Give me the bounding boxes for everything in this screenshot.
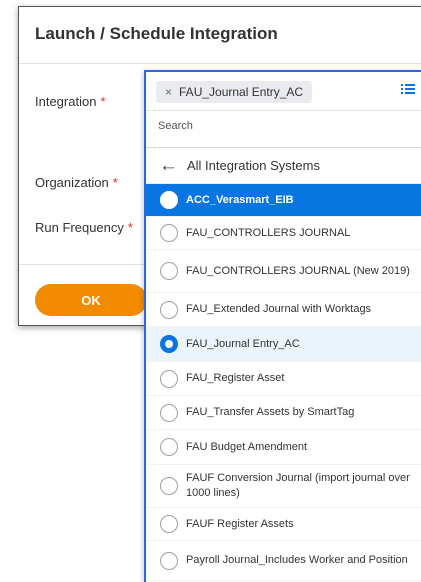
option-label: FAU_Extended Journal with Worktags	[186, 303, 372, 315]
run-frequency-label: Run Frequency	[35, 220, 124, 235]
ok-button[interactable]: OK	[35, 284, 147, 316]
radio-icon	[160, 262, 178, 280]
option-fau-register-asset[interactable]: FAU_Register Asset	[146, 362, 421, 396]
search-row	[146, 111, 421, 148]
organization-field-label: Organization *	[35, 175, 118, 190]
radio-icon	[160, 438, 178, 456]
option-label: FAUF Register Assets	[186, 517, 294, 530]
option-fau-controllers-journal[interactable]: FAU_CONTROLLERS JOURNAL	[146, 217, 421, 250]
selected-chip-row: × FAU_Journal Entry_AC	[146, 72, 421, 111]
option-label: FAU_CONTROLLERS JOURNAL	[186, 226, 351, 239]
radio-icon	[160, 515, 178, 533]
option-acc-verasmart-eib[interactable]: ACC_Verasmart_EIB	[146, 184, 421, 217]
radio-icon	[160, 403, 178, 422]
search-input[interactable]	[158, 120, 408, 132]
organization-label: Organization	[35, 175, 109, 190]
integration-label: Integration	[35, 94, 97, 109]
radio-icon	[160, 191, 178, 209]
run-frequency-field-label: Run Frequency *	[35, 220, 133, 235]
list-icon[interactable]	[401, 82, 415, 96]
option-label: FAU Budget Amendment	[186, 440, 308, 453]
dialog-title: Launch / Schedule Integration	[35, 24, 278, 43]
arrow-left-icon: ←	[159, 155, 178, 176]
option-label: FAU_CONTROLLERS JOURNAL (New 2019)	[186, 264, 410, 277]
back-to-all-systems[interactable]: ← All Integration Systems	[146, 148, 421, 184]
radio-icon	[160, 551, 178, 570]
option-label: Payroll Journal_Includes Worker and Posi…	[186, 554, 408, 566]
option-label: FAUF Conversion Journal (import journal …	[186, 472, 410, 499]
required-marker: *	[112, 175, 118, 190]
option-label: FAU_Journal Entry_AC	[186, 337, 300, 350]
radio-icon	[160, 335, 178, 353]
integration-field-label: Integration *	[35, 94, 106, 109]
option-fau-controllers-journal-new-2019[interactable]: FAU_CONTROLLERS JOURNAL (New 2019)	[146, 250, 421, 293]
selected-integration-chip[interactable]: × FAU_Journal Entry_AC	[156, 81, 313, 103]
option-fauf-register-assets[interactable]: FAUF Register Assets	[146, 508, 421, 541]
required-marker: *	[100, 94, 106, 109]
option-fauf-conversion-journal[interactable]: FAUF Conversion Journal (import journal …	[146, 465, 421, 508]
options-list: ACC_Verasmart_EIB FAU_CONTROLLERS JOURNA…	[146, 184, 421, 581]
option-fau-journal-entry-ac[interactable]: FAU_Journal Entry_AC	[146, 327, 421, 362]
option-fau-extended-journal[interactable]: FAU_Extended Journal with Worktags	[146, 293, 421, 327]
chip-label: FAU_Journal Entry_AC	[179, 85, 304, 99]
option-label: FAU_Transfer Assets by SmartTag	[186, 406, 355, 418]
radio-icon	[160, 477, 178, 495]
close-icon[interactable]: ×	[165, 85, 172, 99]
back-label: All Integration Systems	[187, 158, 320, 173]
option-label: ACC_Verasmart_EIB	[186, 193, 294, 206]
integration-prompt-panel: × FAU_Journal Entry_AC ← All Integration…	[144, 70, 421, 582]
option-fau-budget-amendment[interactable]: FAU Budget Amendment	[146, 430, 421, 465]
option-payroll-journal[interactable]: Payroll Journal_Includes Worker and Posi…	[146, 541, 421, 581]
radio-icon	[160, 224, 178, 242]
option-label: FAU_Register Asset	[186, 372, 285, 384]
required-marker: *	[127, 220, 133, 235]
option-fau-transfer-assets[interactable]: FAU_Transfer Assets by SmartTag	[146, 396, 421, 430]
title-divider	[19, 63, 421, 64]
radio-icon	[160, 369, 178, 388]
radio-icon	[160, 300, 178, 319]
